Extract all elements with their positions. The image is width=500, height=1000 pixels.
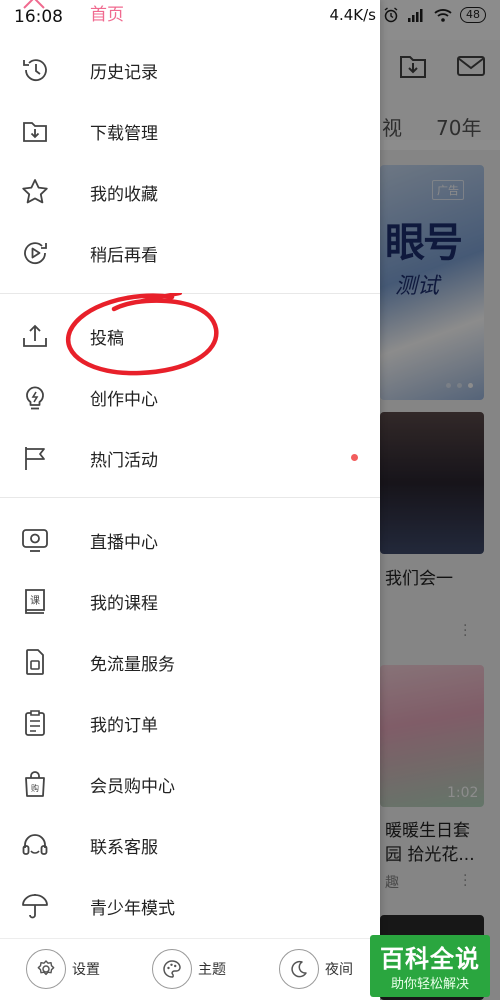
menu-label: 青少年模式 [90, 898, 175, 919]
menu-label: 我的订单 [90, 715, 158, 736]
menu-item-watch-later[interactable]: 稍后再看 [0, 223, 380, 283]
menu-label: 会员购中心 [90, 776, 175, 797]
side-drawer: 历史记录 下载管理 我的收藏 稍后再看 投稿 创作中心 热门活动 直播中心 课 … [0, 0, 380, 1000]
menu-item-hot-events[interactable]: 热门活动 [0, 428, 380, 488]
menu-item-downloads[interactable]: 下载管理 [0, 101, 380, 161]
svg-text:课: 课 [30, 595, 40, 607]
menu-label: 稍后再看 [90, 245, 158, 266]
menu-label: 投稿 [90, 328, 124, 349]
signal-icon [408, 9, 423, 22]
upload-icon [20, 321, 50, 351]
moon-icon [279, 949, 319, 989]
status-icons: 4.4K/s 48 [329, 6, 486, 24]
flag-icon [20, 443, 50, 473]
menu-item-live-center[interactable]: 直播中心 [0, 510, 380, 570]
menu-item-vip-shop[interactable]: 购 会员购中心 [0, 754, 380, 814]
lightbulb-icon [20, 382, 50, 412]
course-book-icon: 课 [20, 586, 50, 616]
menu-label: 创作中心 [90, 389, 158, 410]
svg-text:购: 购 [31, 783, 39, 793]
settings-button[interactable]: 设置 [26, 949, 100, 989]
notification-dot [351, 454, 358, 461]
status-bar: 首页 16:08 4.4K/s 48 [0, 0, 500, 36]
network-speed: 4.4K/s [329, 6, 376, 24]
menu-label: 联系客服 [90, 837, 158, 858]
night-mode-button[interactable]: 夜间 [279, 949, 353, 989]
settings-icon [26, 949, 66, 989]
star-icon [20, 177, 50, 207]
menu-item-my-orders[interactable]: 我的订单 [0, 693, 380, 753]
menu-label: 直播中心 [90, 532, 158, 553]
menu-item-free-data[interactable]: 免流量服务 [0, 632, 380, 692]
menu-divider [0, 497, 380, 498]
menu-label: 下载管理 [90, 123, 158, 144]
tv-icon [20, 525, 50, 555]
menu-label: 我的收藏 [90, 184, 158, 205]
battery-icon: 48 [460, 7, 486, 23]
status-time: 16:08 [14, 7, 63, 27]
menu-label: 我的课程 [90, 593, 158, 614]
night-mode-label: 夜间 [325, 962, 353, 978]
watermark-title: 百科全说 [380, 945, 480, 973]
drawer-bottom-bar: 设置 主题 夜间 [0, 938, 380, 1000]
watermark-logo: 百科全说 助你轻松解决 [370, 935, 490, 997]
history-icon [20, 55, 50, 85]
home-icon[interactable] [22, 0, 46, 10]
headset-icon [20, 830, 50, 860]
shopping-bag-icon: 购 [20, 769, 50, 799]
home-label[interactable]: 首页 [90, 0, 124, 25]
palette-icon [152, 949, 192, 989]
menu-item-my-courses[interactable]: 课 我的课程 [0, 571, 380, 631]
theme-label: 主题 [198, 962, 226, 978]
menu-item-customer-service[interactable]: 联系客服 [0, 815, 380, 875]
menu-item-teen-mode[interactable]: 青少年模式 [0, 876, 380, 936]
watermark-subtitle: 助你轻松解决 [390, 977, 469, 992]
settings-label: 设置 [72, 962, 100, 978]
menu-item-creator-center[interactable]: 创作中心 [0, 367, 380, 427]
order-list-icon [20, 708, 50, 738]
menu-item-history[interactable]: 历史记录 [0, 40, 380, 100]
menu-item-favorites[interactable]: 我的收藏 [0, 162, 380, 222]
sim-card-icon [20, 647, 50, 677]
menu-label: 免流量服务 [90, 654, 175, 675]
menu-label: 热门活动 [90, 450, 158, 471]
theme-button[interactable]: 主题 [152, 949, 226, 989]
menu-item-upload[interactable]: 投稿 [0, 306, 380, 366]
wifi-icon [434, 9, 452, 22]
download-folder-icon [20, 116, 50, 146]
alarm-icon [384, 7, 398, 23]
menu-divider [0, 293, 380, 294]
watch-later-icon [20, 238, 50, 268]
menu-label: 历史记录 [90, 62, 158, 83]
umbrella-icon [20, 891, 50, 921]
